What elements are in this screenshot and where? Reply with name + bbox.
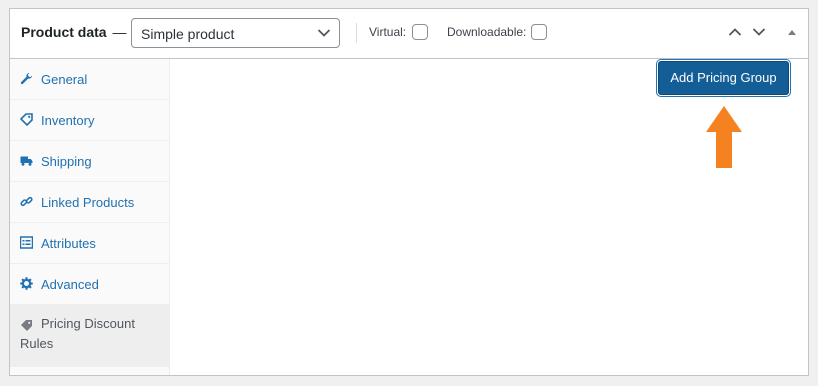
collapse-toggle-icon[interactable] <box>787 28 797 36</box>
tab-attributes[interactable]: Attributes <box>10 223 169 264</box>
add-pricing-group-button[interactable]: Add Pricing Group <box>658 61 789 95</box>
tab-advanced[interactable]: Advanced <box>10 264 169 305</box>
tag-icon <box>20 113 33 126</box>
tab-shipping[interactable]: Shipping <box>10 141 169 182</box>
virtual-checkbox[interactable] <box>412 24 428 40</box>
tab-general[interactable]: General <box>10 59 169 100</box>
gear-icon <box>20 277 33 290</box>
product-type-value: Simple product <box>141 26 235 42</box>
chevron-down-icon <box>317 29 331 37</box>
header-divider <box>356 23 357 43</box>
panel-title-dash: — <box>112 24 127 40</box>
product-type-select[interactable]: Simple product <box>131 18 340 48</box>
tab-label: Advanced <box>41 277 99 292</box>
list-icon <box>20 236 33 249</box>
tab-label: Attributes <box>41 236 96 251</box>
panel-header: Product data — Simple product Virtual: D… <box>10 9 808 59</box>
tab-label: Linked Products <box>41 195 135 210</box>
virtual-label: Virtual: <box>369 25 407 39</box>
tab-inventory[interactable]: Inventory <box>10 100 169 141</box>
product-data-tabs: General Inventory Shipping Linked Produc… <box>10 59 170 375</box>
arrow-up-icon <box>706 106 742 168</box>
move-up-icon[interactable] <box>728 26 742 38</box>
downloadable-checkbox[interactable] <box>531 24 547 40</box>
wrench-icon <box>20 72 33 85</box>
link-icon <box>20 196 33 207</box>
move-down-icon[interactable] <box>752 26 766 38</box>
downloadable-label: Downloadable: <box>447 25 527 39</box>
panel-title: Product data — <box>21 24 126 40</box>
tab-linked-products[interactable]: Linked Products <box>10 182 169 223</box>
tab-label: Pricing Discount Rules <box>20 316 135 351</box>
truck-icon <box>20 156 33 166</box>
panel-title-text: Product data <box>21 24 107 40</box>
tab-label: Inventory <box>41 113 95 128</box>
tab-label: General <box>41 72 88 87</box>
tab-pricing-discount-rules[interactable]: Pricing Discount Rules <box>10 305 169 367</box>
tab-label: Shipping <box>41 154 92 169</box>
